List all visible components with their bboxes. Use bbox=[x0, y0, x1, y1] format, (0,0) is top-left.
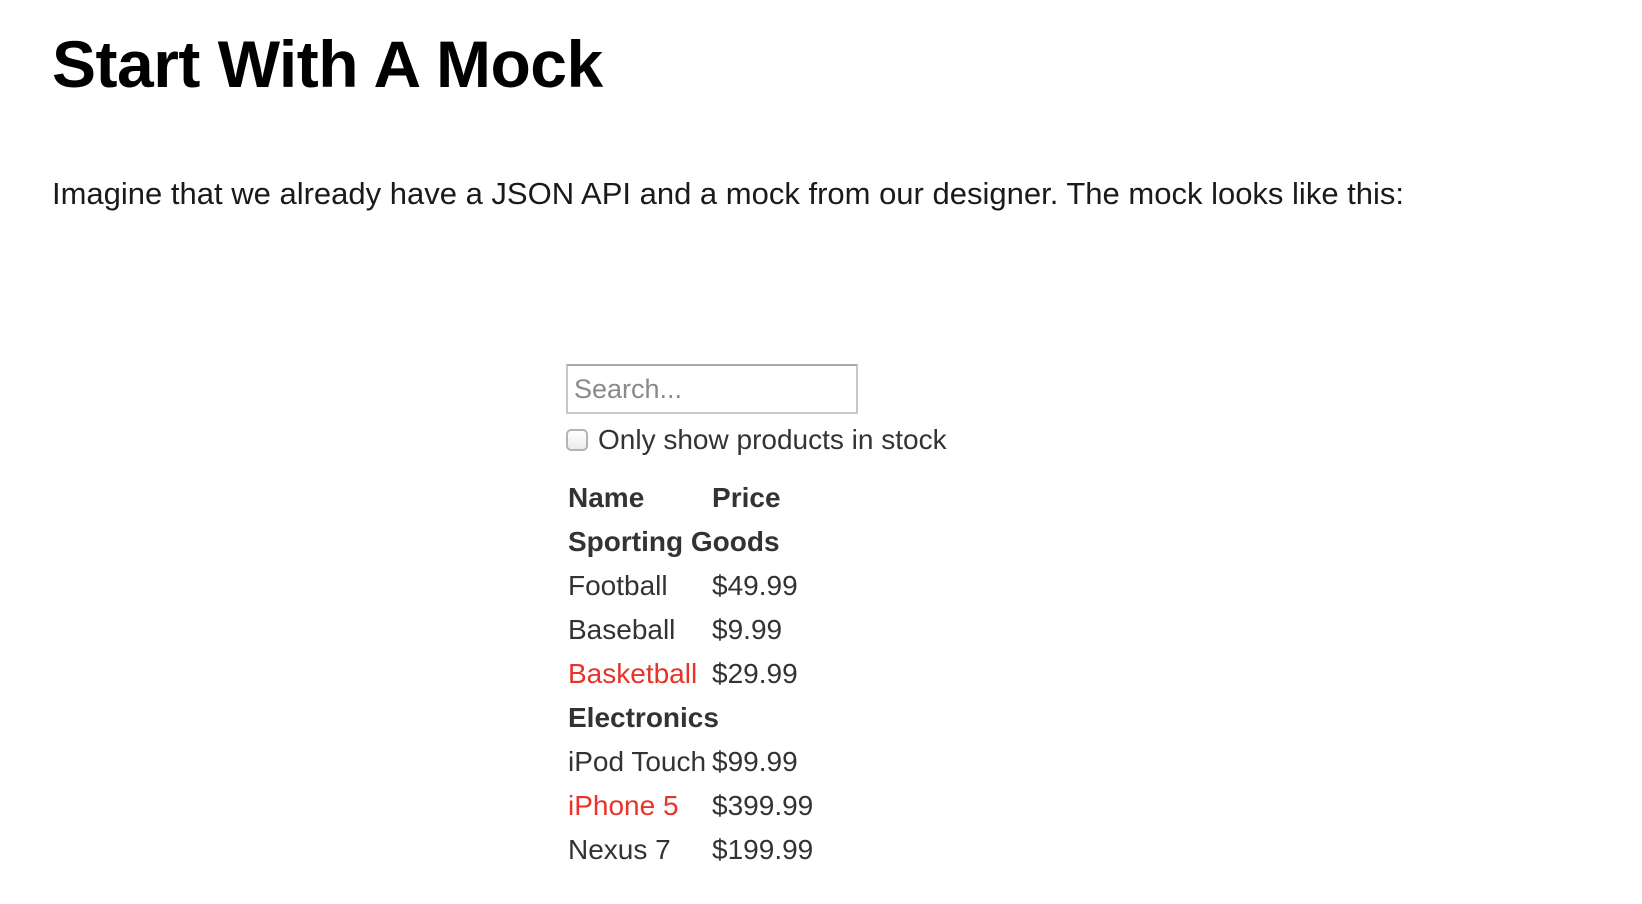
column-header-price: Price bbox=[712, 482, 781, 513]
table-row: Football $49.99 bbox=[566, 564, 817, 608]
product-price: $199.99 bbox=[712, 834, 814, 865]
category-row: Electronics bbox=[566, 696, 817, 740]
product-price: $29.99 bbox=[712, 658, 798, 689]
table-row: Nexus 7 $199.99 bbox=[566, 828, 817, 872]
product-price: $99.99 bbox=[712, 746, 798, 777]
table-row: Baseball $9.99 bbox=[566, 608, 817, 652]
search-input[interactable] bbox=[566, 364, 858, 414]
table-row: iPod Touch $99.99 bbox=[566, 740, 817, 784]
product-table: Name Price Sporting Goods Football $49.9… bbox=[566, 476, 817, 872]
table-header-row: Name Price bbox=[566, 476, 817, 520]
product-name: Baseball bbox=[568, 614, 676, 645]
category-sporting-goods: Sporting Goods bbox=[568, 526, 780, 557]
in-stock-checkbox[interactable] bbox=[566, 429, 588, 451]
product-name: Football bbox=[568, 570, 668, 601]
page-title: Start With A Mock bbox=[52, 27, 603, 101]
mock-image: Only show products in stock Name Price S… bbox=[566, 364, 986, 884]
product-price: $9.99 bbox=[712, 614, 783, 645]
table-row: iPhone 5 $399.99 bbox=[566, 784, 817, 828]
product-name: iPod Touch bbox=[568, 746, 707, 777]
stock-filter[interactable]: Only show products in stock bbox=[566, 422, 947, 458]
category-electronics: Electronics bbox=[568, 702, 719, 733]
column-header-name: Name bbox=[568, 482, 645, 513]
product-price: $49.99 bbox=[712, 570, 798, 601]
intro-paragraph: Imagine that we already have a JSON API … bbox=[52, 176, 1405, 211]
product-name-out-of-stock: Basketball bbox=[568, 658, 698, 689]
product-price: $399.99 bbox=[712, 790, 814, 821]
in-stock-label: Only show products in stock bbox=[598, 424, 947, 455]
product-name-out-of-stock: iPhone 5 bbox=[568, 790, 679, 821]
product-name: Nexus 7 bbox=[568, 834, 671, 865]
category-row: Sporting Goods bbox=[566, 520, 817, 564]
table-row: Basketball $29.99 bbox=[566, 652, 817, 696]
